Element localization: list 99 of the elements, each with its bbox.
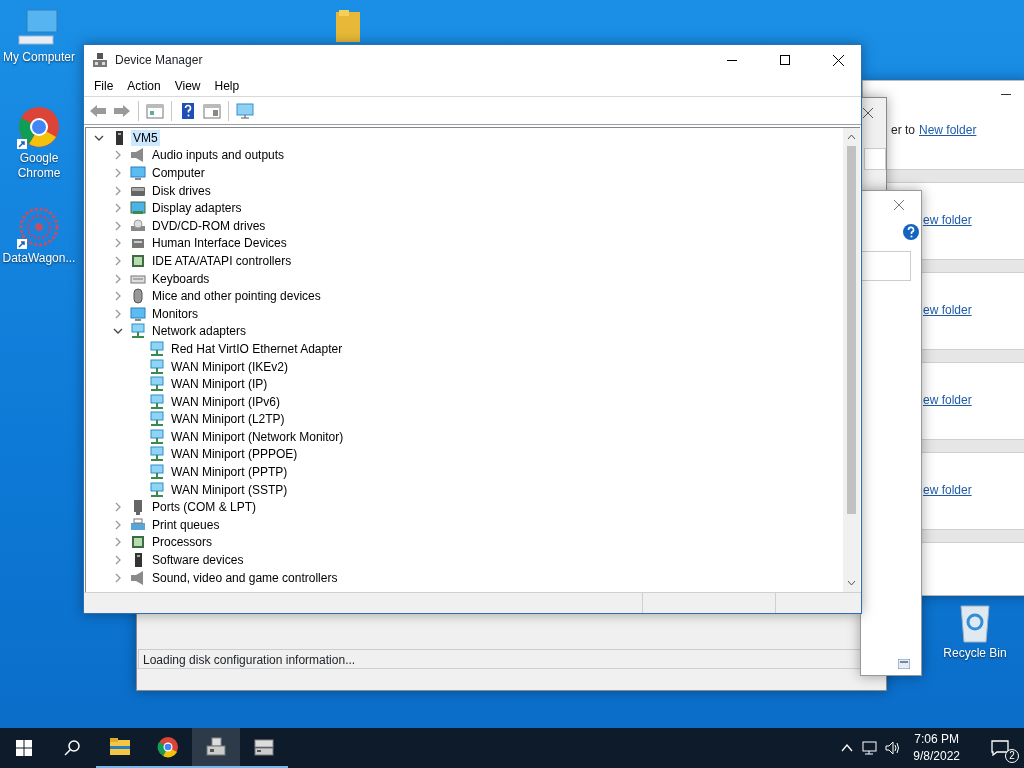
folder-icon[interactable] — [335, 10, 361, 42]
tree-item[interactable]: Human Interface Devices — [150, 235, 289, 252]
windows-start-icon[interactable] — [16, 740, 32, 756]
network-icon — [149, 428, 165, 445]
monitor-icon — [130, 305, 146, 322]
notifications-button[interactable]: 2 — [976, 728, 1024, 768]
minimize-icon[interactable] — [1001, 94, 1011, 96]
shortcut-arrow-icon — [17, 239, 27, 249]
network-icon — [149, 393, 165, 410]
message-icon — [991, 740, 1009, 756]
clock-time[interactable]: 7:06 PM — [913, 731, 960, 748]
chip-icon — [130, 252, 146, 269]
scroll-down-icon[interactable] — [847, 580, 856, 586]
tree-item[interactable]: WAN Miniport (IP) — [169, 376, 270, 393]
network-icon — [149, 340, 165, 357]
input-field[interactable] — [864, 148, 886, 170]
tree-item[interactable]: Print queues — [150, 516, 222, 533]
tree-item[interactable]: Computer — [150, 165, 207, 181]
properties-window-icon[interactable] — [146, 101, 164, 120]
tree-item[interactable]: Ports (COM & LPT) — [150, 499, 258, 516]
tree-item[interactable]: Disk drives — [150, 182, 213, 199]
tree-item[interactable]: Mice and other pointing devices — [150, 288, 323, 305]
icon-label: Recycle Bin — [943, 646, 1007, 661]
close-icon[interactable] — [894, 200, 904, 210]
network-icon — [149, 411, 165, 428]
disc-drive-icon — [130, 217, 146, 234]
scrollbar-thumb[interactable] — [847, 146, 856, 514]
folder-link[interactable]: New folder — [919, 121, 977, 139]
printer-icon — [130, 516, 146, 533]
device-manager-icon — [205, 736, 227, 758]
menu-item[interactable]: Action — [120, 76, 168, 95]
tree-item[interactable]: WAN Miniport (Network Monitor) — [169, 428, 346, 445]
tree-item[interactable]: Audio inputs and outputs — [150, 147, 287, 164]
tree-item[interactable]: IDE ATA/ATAPI controllers — [150, 252, 294, 269]
network-icon — [149, 358, 165, 375]
tree-item[interactable]: WAN Miniport (PPTP) — [169, 464, 290, 481]
menu-item[interactable]: File — [87, 76, 121, 95]
tree-item[interactable]: Display adapters — [150, 200, 244, 217]
tree-item[interactable]: Software devices — [150, 552, 246, 569]
icon-label: DataWagon... — [2, 251, 76, 266]
icon-label: Google Chrome — [16, 151, 62, 181]
maximize-icon — [780, 55, 790, 65]
icon-label: My Computer — [3, 50, 75, 65]
network-icon — [149, 464, 165, 481]
tree-item[interactable]: WAN Miniport (L2TP) — [169, 411, 287, 428]
text-field[interactable] — [861, 251, 911, 281]
close-icon — [832, 54, 844, 66]
folder-link[interactable]: ew folder — [923, 391, 972, 409]
computer-icon[interactable] — [17, 8, 61, 48]
minimize-icon — [727, 59, 737, 61]
folder-link[interactable]: ew folder — [923, 481, 972, 499]
help-icon[interactable] — [903, 224, 919, 240]
tree-item[interactable]: WAN Miniport (SSTP) — [169, 481, 290, 498]
chevron-up-icon[interactable] — [841, 744, 854, 752]
scroll-up-icon[interactable] — [847, 134, 856, 140]
folder-link[interactable]: ew folder — [923, 211, 972, 229]
list-view-icon[interactable] — [898, 659, 910, 669]
window-title: Device Manager — [115, 52, 203, 69]
notification-count: 2 — [1005, 749, 1019, 763]
server-icon — [253, 736, 275, 758]
taskbar-app[interactable] — [192, 728, 240, 768]
menu-item[interactable]: Help — [207, 76, 247, 95]
window-panel-icon[interactable] — [203, 101, 221, 120]
network-icon — [149, 446, 165, 463]
close-icon[interactable] — [863, 108, 873, 118]
tree-item[interactable]: VM5 — [131, 129, 160, 146]
speaker-icon — [130, 147, 146, 164]
tree-item[interactable]: Network adapters — [150, 323, 249, 340]
monitor-icon[interactable] — [236, 101, 254, 120]
tree-item[interactable]: WAN Miniport (IPv6) — [169, 393, 282, 410]
network-icon[interactable] — [862, 741, 879, 755]
tree-item[interactable]: Processors — [150, 534, 215, 551]
tree-item[interactable]: WAN Miniport (PPPOE) — [169, 446, 300, 463]
speaker-icon — [130, 569, 146, 586]
network-icon — [149, 481, 165, 498]
tree-item[interactable]: Sound, video and game controllers — [150, 569, 340, 586]
tree-item[interactable]: WAN Miniport (IKEv2) — [169, 358, 290, 375]
clock-date[interactable]: 9/8/2022 — [913, 748, 960, 765]
display-card-icon — [130, 200, 146, 217]
chip-icon — [130, 534, 146, 551]
folder-icon — [109, 736, 131, 758]
search-icon[interactable] — [64, 740, 80, 756]
shortcut-arrow-icon — [17, 139, 27, 149]
chrome-icon[interactable] — [17, 105, 61, 149]
folder-link[interactable]: ew folder — [923, 301, 972, 319]
network-icon — [149, 376, 165, 393]
help-icon[interactable] — [179, 101, 197, 120]
tree-item[interactable]: Monitors — [150, 305, 200, 322]
flower-icon[interactable] — [17, 205, 61, 249]
tree-item[interactable]: Keyboards — [150, 270, 212, 287]
monitor-icon — [130, 165, 146, 181]
menu-item[interactable]: View — [167, 76, 208, 95]
tree-item[interactable]: Red Hat VirtIO Ethernet Adapter — [169, 340, 345, 357]
device-manager-icon — [92, 52, 108, 68]
text-label: er to — [891, 122, 915, 139]
network-icon — [130, 323, 146, 340]
chrome-icon — [157, 736, 179, 758]
volume-icon[interactable] — [885, 741, 902, 755]
tree-item[interactable]: DVD/CD-ROM drives — [150, 217, 268, 234]
